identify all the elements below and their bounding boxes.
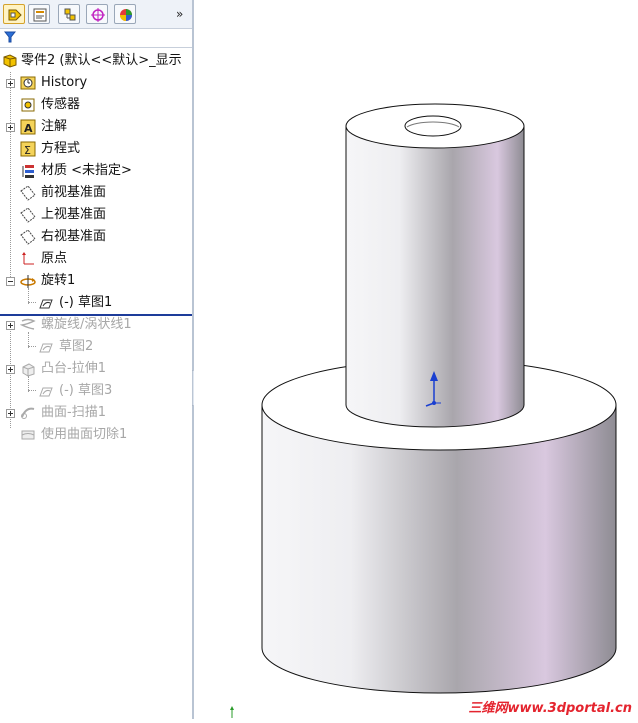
configuration-icon	[64, 8, 76, 21]
tree-item-label: 材质 <未指定>	[41, 163, 132, 178]
tab-configurationmanager[interactable]	[58, 4, 80, 24]
manager-tab-bar: »	[0, 0, 192, 29]
tree-item-sketch3[interactable]: (-) 草图3	[0, 381, 192, 401]
dimxpert-icon	[91, 8, 105, 22]
tree-item-label: (-) 草图1	[59, 295, 113, 310]
expand-toggle[interactable]	[6, 321, 15, 330]
tree-item-surface-sweep1[interactable]: 曲面-扫描1	[0, 403, 192, 423]
tree-item-label: 注解	[41, 119, 68, 134]
tree-item-label: 草图2	[59, 339, 94, 354]
tree-root[interactable]: 零件2 (默认<<默认>_显示	[0, 51, 192, 71]
coordinate-triad-icon	[230, 706, 234, 718]
expand-toggle[interactable]	[6, 79, 15, 88]
feature-tree-icon	[8, 9, 22, 21]
plane-icon	[20, 207, 36, 223]
sketch-icon	[39, 299, 53, 309]
history-icon	[20, 76, 36, 90]
tab-display-manager[interactable]	[114, 4, 136, 24]
tree-item-label: 右视基准面	[41, 229, 107, 244]
appearance-icon	[120, 9, 132, 21]
watermark: 三维网www.3dportal.cn	[468, 701, 632, 716]
tree-item-front-plane[interactable]: 前视基准面	[0, 183, 192, 203]
tree-item-label: 曲面-扫描1	[41, 405, 106, 420]
upper-cylinder	[345, 125, 525, 428]
tree-item-top-plane[interactable]: 上视基准面	[0, 205, 192, 225]
annotation-icon: A	[20, 119, 36, 135]
tab-featuremanager[interactable]	[3, 4, 25, 24]
tree-item-label: 旋转1	[41, 273, 76, 288]
bore-hole	[404, 115, 462, 137]
tree-item-annotations[interactable]: A 注解	[0, 117, 192, 137]
sketch-icon	[39, 387, 53, 397]
expand-toggle[interactable]	[6, 123, 15, 132]
tree-item-surface-cut1[interactable]: 使用曲面切除1	[0, 425, 192, 445]
surface-cut-icon	[21, 430, 35, 440]
tree-item-equations[interactable]: Σ 方程式	[0, 139, 192, 159]
plane-icon	[20, 185, 36, 201]
part-model[interactable]	[194, 0, 638, 719]
sensor-icon	[21, 98, 35, 112]
tree-item-boss-extrude1[interactable]: 凸台-拉伸1	[0, 359, 192, 379]
tree-item-label: 使用曲面切除1	[41, 427, 128, 442]
root-label: 零件2 (默认<<默认>_显示	[21, 53, 182, 68]
helix-icon	[20, 318, 36, 330]
tree-item-material[interactable]: 材质 <未指定>	[0, 161, 192, 181]
tab-dimxpert[interactable]	[86, 4, 108, 24]
sketch-icon	[39, 343, 53, 353]
tree-item-origin[interactable]: 原点	[0, 249, 192, 269]
equation-icon: Σ	[20, 141, 36, 157]
tree-item-helix1[interactable]: 螺旋线/涡状线1	[0, 315, 192, 335]
tree-item-right-plane[interactable]: 右视基准面	[0, 227, 192, 247]
tree-item-label: 螺旋线/涡状线1	[41, 317, 132, 332]
part-icon	[3, 54, 17, 68]
expand-toggle[interactable]	[6, 409, 15, 418]
tab-propertymanager[interactable]	[28, 4, 50, 24]
tree-item-label: 凸台-拉伸1	[41, 361, 106, 376]
extrude-icon	[22, 363, 35, 377]
tree-item-label: 上视基准面	[41, 207, 107, 222]
tree-item-label: 前视基准面	[41, 185, 107, 200]
tree-item-sketch2[interactable]: 草图2	[0, 337, 192, 357]
revolve-icon	[20, 275, 36, 288]
surface-sweep-icon	[21, 407, 35, 419]
collapse-toggle[interactable]	[6, 277, 15, 286]
filter-bar[interactable]	[0, 29, 192, 48]
tree-item-label: 方程式	[41, 141, 81, 156]
svg-text:A: A	[24, 122, 33, 135]
expand-toggle[interactable]	[6, 365, 15, 374]
tree-item-label: 原点	[41, 251, 68, 266]
more-tabs-button[interactable]: »	[176, 7, 183, 21]
tree-item-sketch1[interactable]: (-) 草图1	[0, 293, 192, 313]
tree-item-history[interactable]: History	[0, 73, 192, 93]
origin-icon	[22, 252, 34, 265]
tree-item-label: 传感器	[41, 97, 81, 112]
tree-item-revolve1[interactable]: 旋转1	[0, 271, 192, 291]
filter-icon[interactable]	[4, 31, 16, 43]
feature-manager-panel: » 零件2 (默认<<默认>_显示 History 传感器 A 注解 Σ 方程式	[0, 0, 192, 719]
material-icon	[22, 165, 34, 178]
plane-icon	[20, 229, 36, 245]
svg-text:Σ: Σ	[24, 144, 31, 157]
tree-item-label: (-) 草图3	[59, 383, 113, 398]
graphics-area[interactable]	[194, 0, 638, 719]
tree-item-sensors[interactable]: 传感器	[0, 95, 192, 115]
tree-item-label: History	[41, 75, 88, 90]
property-icon	[33, 8, 47, 22]
